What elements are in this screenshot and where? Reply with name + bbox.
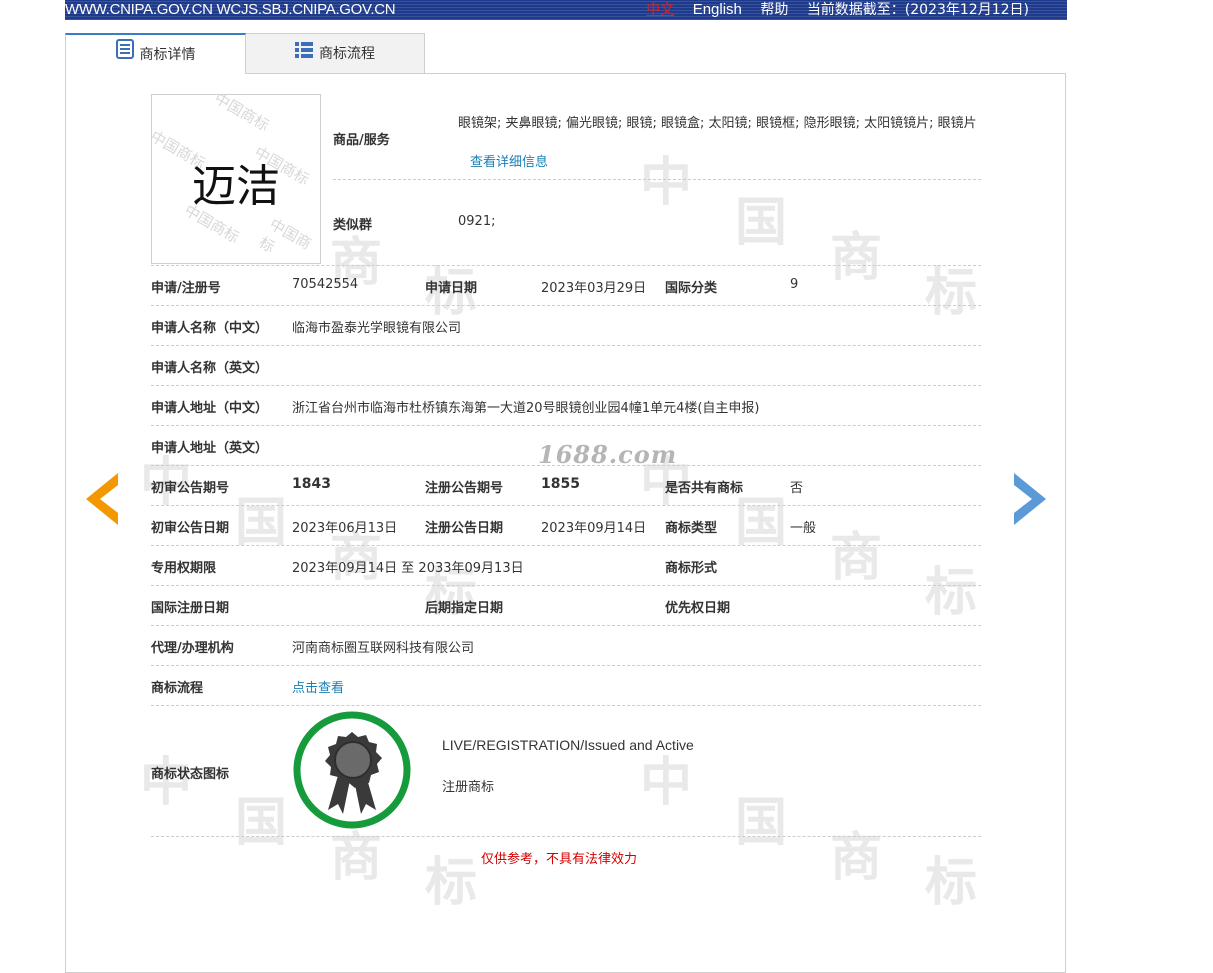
status-english: LIVE/REGISTRATION/Issued and Active [442, 737, 694, 753]
divider [333, 179, 981, 180]
reg-issue-value: 1855 [541, 476, 580, 492]
divider [151, 425, 981, 426]
address-cn-label: 申请人地址（中文） [151, 401, 269, 416]
divider [151, 345, 981, 346]
divider [151, 505, 981, 506]
help-link[interactable]: 帮助 [760, 2, 788, 18]
data-date: 当前数据截至：(2023年12月12日) [806, 2, 1029, 18]
address-cn-value: 浙江省台州市临海市杜桥镇东海第一大道20号眼镜创业园4幢1单元4楼(自主申报) [292, 401, 760, 416]
trademark-mark-text: 迈洁 [192, 161, 280, 212]
flow-link[interactable]: 点击查看 [292, 677, 344, 696]
agent-value: 河南商标圈互联网科技有限公司 [292, 641, 475, 656]
reg-date-label: 注册公告日期 [425, 521, 504, 536]
divider [151, 265, 981, 266]
similar-group-value: 0921; [458, 214, 496, 229]
list-grid-icon [295, 34, 313, 74]
divider [151, 545, 981, 546]
flow-label: 商标流程 [151, 681, 204, 696]
reg-no-label: 申请/注册号 [151, 281, 221, 296]
form-label: 商标形式 [665, 561, 718, 576]
divider [151, 585, 981, 586]
divider [151, 836, 981, 837]
disclaimer: 仅供参考，不具有法律效力 [481, 852, 638, 867]
agent-label: 代理/办理机构 [151, 641, 234, 656]
divider [151, 625, 981, 626]
tab-trademark-flow[interactable]: 商标流程 [245, 33, 425, 73]
shared-label: 是否共有商标 [665, 481, 744, 496]
tab-detail-label: 商标详情 [139, 47, 196, 63]
intl-reg-date-label: 国际注册日期 [151, 601, 230, 616]
reg-no-value: 70542554 [292, 277, 359, 292]
lang-english-link[interactable]: English [693, 1, 742, 18]
site-urls: WWW.CNIPA.GOV.CN WCJS.SBJ.CNIPA.GOV.CN [65, 1, 396, 18]
lang-chinese-link[interactable]: 中文 [646, 2, 674, 18]
priority-label: 优先权日期 [665, 601, 731, 616]
prelim-date-value: 2023年06月13日 [292, 521, 398, 536]
intl-class-label: 国际分类 [665, 281, 718, 296]
tab-trademark-detail[interactable]: 商标详情 [65, 33, 246, 74]
divider [151, 705, 981, 706]
applicant-cn-label: 申请人名称（中文） [151, 321, 269, 336]
divider [151, 305, 981, 306]
similar-group-label: 类似群 [333, 218, 373, 233]
term-label: 专用权期限 [151, 561, 217, 576]
type-label: 商标类型 [665, 521, 718, 536]
top-bar: WWW.CNIPA.GOV.CN WCJS.SBJ.CNIPA.GOV.CN 中… [65, 0, 1067, 20]
tab-flow-label: 商标流程 [319, 46, 375, 62]
shared-value: 否 [790, 481, 804, 496]
prelim-date-label: 初审公告日期 [151, 521, 230, 536]
intl-class-value: 9 [790, 277, 799, 292]
later-date-label: 后期指定日期 [425, 601, 504, 616]
prelim-issue-label: 初审公告期号 [151, 481, 230, 496]
app-date-label: 申请日期 [425, 281, 478, 296]
status-chinese: 注册商标 [442, 780, 495, 795]
applicant-cn-value: 临海市盈泰光学眼镜有限公司 [292, 321, 462, 336]
divider [151, 385, 981, 386]
term-value: 2023年09月14日 至 2033年09月13日 [292, 561, 524, 576]
applicant-en-label: 申请人名称（英文） [151, 361, 269, 376]
trademark-image[interactable]: 中国商标 中国商标 中国商标 中国商标 中国商标 迈洁 [151, 94, 321, 264]
registration-badge-icon [292, 710, 412, 830]
reg-date-value: 2023年09月14日 [541, 521, 647, 536]
address-en-label: 申请人地址（英文） [151, 441, 269, 456]
divider [151, 665, 981, 666]
top-bar-links: 中文 English 帮助 当前数据截至：(2023年12月12日) [632, 0, 1029, 20]
site-watermark: 1688.com [538, 440, 678, 469]
reg-issue-label: 注册公告期号 [425, 481, 504, 496]
goods-text: 眼镜架; 夹鼻眼镜; 偏光眼镜; 眼镜; 眼镜盒; 太阳镜; 眼镜框; 隐形眼镜… [458, 116, 977, 131]
document-list-icon [115, 35, 134, 75]
goods-detail-link[interactable]: 查看详细信息 [470, 155, 548, 170]
goods-label: 商品/服务 [333, 133, 390, 148]
prelim-issue-value: 1843 [292, 476, 331, 492]
goods-services: 眼镜架; 夹鼻眼镜; 偏光眼镜; 眼镜; 眼镜盒; 太阳镜; 眼镜框; 隐形眼镜… [458, 104, 978, 182]
type-value: 一般 [790, 521, 817, 536]
status-label: 商标状态图标 [151, 767, 230, 782]
app-date-value: 2023年03月29日 [541, 281, 647, 296]
